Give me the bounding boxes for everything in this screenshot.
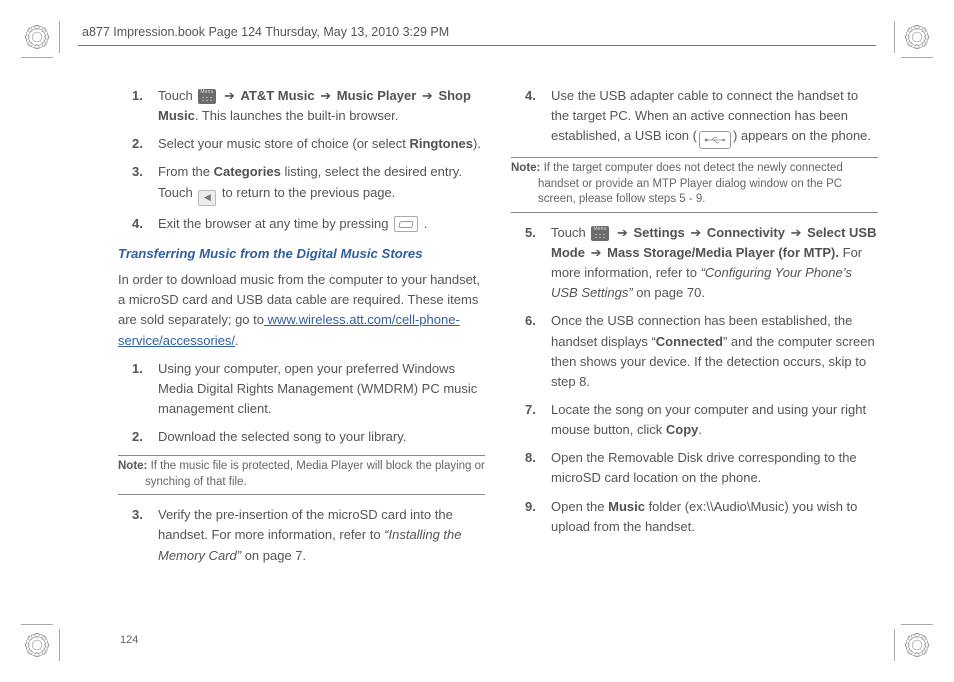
arrow-icon: ➔ xyxy=(420,88,435,103)
step-item: 2. Download the selected song to your li… xyxy=(118,427,485,447)
bold-term: Connected xyxy=(656,334,723,349)
crop-mark xyxy=(59,629,60,661)
step-number: 1. xyxy=(132,86,143,106)
usb-icon xyxy=(699,131,731,149)
step-text: ). xyxy=(473,136,481,151)
bold-term: Categories xyxy=(214,164,281,179)
step-item: 4. Exit the browser at any time by press… xyxy=(118,214,485,234)
step-item: 8. Open the Removable Disk drive corresp… xyxy=(511,448,878,488)
step-text: Open the xyxy=(551,499,608,514)
nav-item: AT&T Music xyxy=(240,88,314,103)
right-column: 4. Use the USB adapter cable to connect … xyxy=(511,86,878,648)
step-item: 7. Locate the song on your computer and … xyxy=(511,400,878,440)
step-text: Using your computer, open your preferred… xyxy=(158,361,477,416)
step-number: 3. xyxy=(132,162,143,182)
step-item: 5. Touch ➔ Settings ➔ Connectivity ➔ Sel… xyxy=(511,223,878,304)
nav-item: Music Player xyxy=(337,88,417,103)
step-list-a: 4. Use the USB adapter cable to connect … xyxy=(511,86,878,149)
step-text: on page 7. xyxy=(241,548,306,563)
page-body: 1. Touch ➔ AT&T Music ➔ Music Player ➔ S… xyxy=(118,86,878,648)
step-list-b: 1. Using your computer, open your prefer… xyxy=(118,359,485,448)
intro-text: . xyxy=(235,333,239,348)
crop-mark xyxy=(901,624,933,625)
printer-mark-icon xyxy=(22,22,52,52)
step-number: 4. xyxy=(525,86,536,106)
printer-mark-icon xyxy=(902,22,932,52)
note-block: Note: If the target computer does not de… xyxy=(511,157,878,213)
step-text: . xyxy=(698,422,702,437)
arrow-icon: ➔ xyxy=(789,225,804,240)
step-list-a: 1. Touch ➔ AT&T Music ➔ Music Player ➔ S… xyxy=(118,86,485,234)
arrow-icon: ➔ xyxy=(688,225,703,240)
printer-mark-icon xyxy=(902,630,932,660)
crop-mark xyxy=(59,21,60,53)
step-number: 2. xyxy=(132,427,143,447)
step-item: 3. From the Categories listing, select t… xyxy=(118,162,485,205)
step-item: 9. Open the Music folder (ex:\\Audio\Mus… xyxy=(511,497,878,537)
crop-mark xyxy=(21,57,53,58)
arrow-icon: ➔ xyxy=(318,88,333,103)
step-text: to return to the previous page. xyxy=(218,185,395,200)
header-stamp: a877 Impression.book Page 124 Thursday, … xyxy=(82,25,449,39)
step-text: Download the selected song to your libra… xyxy=(158,429,406,444)
step-text: Locate the song on your computer and usi… xyxy=(551,402,866,437)
crop-mark xyxy=(894,629,895,661)
crop-mark xyxy=(894,21,895,53)
menu-key-icon xyxy=(591,226,609,241)
step-number: 9. xyxy=(525,497,536,517)
step-number: 5. xyxy=(525,223,536,243)
step-item: 1. Touch ➔ AT&T Music ➔ Music Player ➔ S… xyxy=(118,86,485,126)
note-label: Note: xyxy=(511,162,540,174)
step-list-c: 3. Verify the pre-insertion of the micro… xyxy=(118,505,485,565)
menu-key-icon xyxy=(198,89,216,104)
step-list-b: 5. Touch ➔ Settings ➔ Connectivity ➔ Sel… xyxy=(511,223,878,537)
step-number: 2. xyxy=(132,134,143,154)
step-number: 7. xyxy=(525,400,536,420)
bold-term: Music xyxy=(608,499,645,514)
step-number: 1. xyxy=(132,359,143,379)
step-text: on page 70. xyxy=(636,285,705,300)
header-rule xyxy=(78,45,876,46)
step-number: 4. xyxy=(132,214,143,234)
step-text: ) appears on the phone. xyxy=(733,128,871,143)
step-text: Exit the browser at any time by pressing xyxy=(158,216,392,231)
step-item: 6. Once the USB connection has been esta… xyxy=(511,311,878,392)
printer-mark-icon xyxy=(22,630,52,660)
note-label: Note: xyxy=(118,460,147,472)
arrow-icon: ➔ xyxy=(589,245,604,260)
step-item: 4. Use the USB adapter cable to connect … xyxy=(511,86,878,149)
step-text: From the xyxy=(158,164,214,179)
nav-item: Connectivity xyxy=(707,225,785,240)
step-text: Touch xyxy=(158,88,196,103)
step-text: Select your music store of choice (or se… xyxy=(158,136,409,151)
intro-paragraph: In order to download music from the comp… xyxy=(118,270,485,351)
note-block: Note: If the music file is protected, Me… xyxy=(118,455,485,495)
step-number: 8. xyxy=(525,448,536,468)
nav-item: Mass Storage/Media Player (for MTP). xyxy=(607,245,839,260)
page-number: 124 xyxy=(120,634,138,646)
step-text: Open the Removable Disk drive correspond… xyxy=(551,450,857,485)
bold-term: Ringtones xyxy=(409,136,473,151)
step-item: 3. Verify the pre-insertion of the micro… xyxy=(118,505,485,565)
section-heading: Transferring Music from the Digital Musi… xyxy=(118,244,485,264)
step-number: 6. xyxy=(525,311,536,331)
nav-item: Settings xyxy=(633,225,684,240)
bold-term: Copy xyxy=(666,422,699,437)
step-item: 2. Select your music store of choice (or… xyxy=(118,134,485,154)
crop-mark xyxy=(901,57,933,58)
note-text: If the target computer does not detect t… xyxy=(538,162,843,205)
arrow-icon: ➔ xyxy=(222,88,237,103)
step-text: . xyxy=(420,216,427,231)
crop-mark xyxy=(21,624,53,625)
step-text: . This launches the built-in browser. xyxy=(195,108,399,123)
back-key-icon: ◀ xyxy=(198,190,216,206)
step-number: 3. xyxy=(132,505,143,525)
left-column: 1. Touch ➔ AT&T Music ➔ Music Player ➔ S… xyxy=(118,86,485,648)
end-key-icon xyxy=(394,216,418,232)
note-text: If the music file is protected, Media Pl… xyxy=(145,460,485,488)
step-text: Touch xyxy=(551,225,589,240)
arrow-icon: ➔ xyxy=(615,225,630,240)
step-item: 1. Using your computer, open your prefer… xyxy=(118,359,485,419)
